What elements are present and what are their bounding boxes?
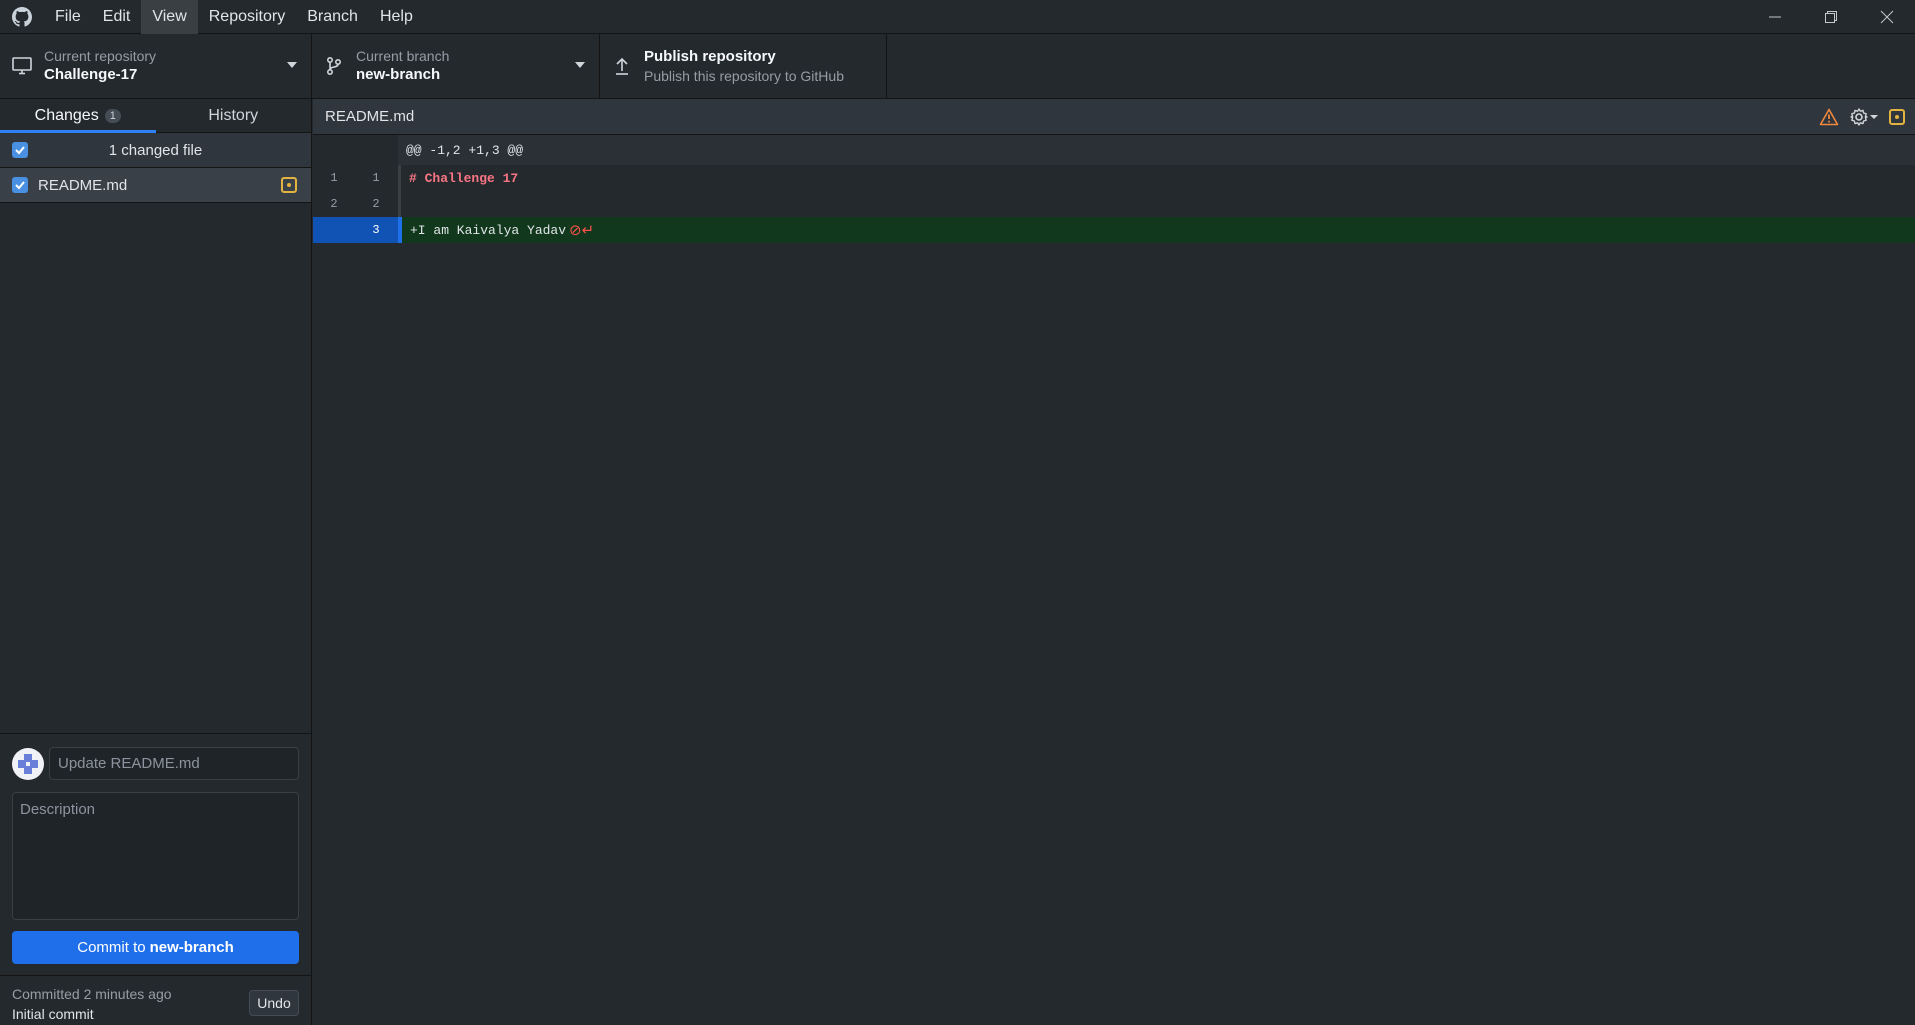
- menu-branch[interactable]: Branch: [296, 0, 369, 34]
- publish-repository-button[interactable]: Publish repository Publish this reposito…: [600, 34, 887, 98]
- commit-button-prefix: Commit to: [77, 939, 146, 956]
- old-line-number: 2: [330, 197, 338, 211]
- modified-icon: [1889, 99, 1905, 135]
- close-icon[interactable]: [1859, 0, 1915, 34]
- diff-line-added[interactable]: 3 +I am Kaivalya Yadav ⊘↵: [313, 217, 1915, 243]
- diff-line-text: +I am Kaivalya Yadav: [410, 222, 567, 238]
- branch-name: new-branch: [356, 66, 441, 83]
- diff-line-text: # Challenge 17: [409, 170, 519, 186]
- checkbox-icon: [15, 181, 25, 190]
- diff-gutter: 2 2: [313, 191, 398, 217]
- diff-header: README.md: [313, 99, 1915, 135]
- diff-line[interactable]: 1 1 # Challenge 17: [313, 165, 1915, 191]
- title-bar: File Edit View Repository Branch Help: [0, 0, 1915, 34]
- new-line-number: 2: [372, 197, 380, 211]
- window-controls: [1747, 0, 1915, 34]
- new-line-number: 1: [372, 171, 380, 185]
- chevron-down-icon: [1870, 115, 1878, 119]
- file-checkbox[interactable]: [12, 177, 28, 193]
- current-repository-button[interactable]: Current repository Challenge-17: [0, 34, 312, 98]
- gear-icon[interactable]: [1849, 99, 1879, 135]
- branch-icon: [312, 56, 356, 76]
- commit-summary-input[interactable]: [49, 747, 299, 780]
- warning-icon[interactable]: [1819, 99, 1839, 135]
- old-line-number: 1: [330, 171, 338, 185]
- last-commit-time: Committed 2 minutes ago: [12, 986, 172, 1002]
- publish-subtitle: Publish this repository to GitHub: [644, 68, 844, 84]
- menu-help[interactable]: Help: [369, 0, 424, 34]
- avatar: [12, 748, 44, 780]
- hunk-header: @@ -1,2 +1,3 @@: [406, 142, 524, 158]
- diff-line[interactable]: 2 2: [313, 191, 1915, 217]
- github-logo-icon: [0, 0, 44, 34]
- diff-gutter: 1 1: [313, 165, 398, 191]
- commit-description-input[interactable]: [12, 792, 299, 920]
- changed-files-header: 1 changed file: [0, 133, 311, 168]
- app-window: File Edit View Repository Branch Help Cu…: [0, 0, 1915, 1025]
- publish-title: Publish repository: [644, 48, 776, 65]
- changed-files-count: 1 changed file: [108, 141, 203, 159]
- no-newline-icon: ⊘↵: [569, 222, 595, 239]
- changes-count-badge: 1: [104, 108, 121, 123]
- undo-button[interactable]: Undo: [249, 990, 299, 1016]
- toolbar: Current repository Challenge-17 Current …: [0, 34, 1915, 99]
- commit-panel: Commit to new-branch: [0, 733, 311, 976]
- current-branch-button[interactable]: Current branch new-branch: [312, 34, 600, 98]
- hunk-header-row: @@ -1,2 +1,3 @@: [313, 135, 1915, 165]
- menu-edit[interactable]: Edit: [92, 0, 142, 34]
- diff-gutter: 3: [313, 217, 398, 243]
- diff-gutter: [313, 135, 398, 165]
- sidebar-tabs: Changes 1 History: [0, 99, 311, 133]
- desktop-icon: [0, 57, 44, 75]
- menu-repository[interactable]: Repository: [198, 0, 296, 34]
- commit-button-branch: new-branch: [149, 939, 234, 956]
- upload-icon: [600, 56, 644, 76]
- diff-file-name: README.md: [325, 108, 415, 125]
- tab-changes-label: Changes: [34, 106, 99, 124]
- commit-button[interactable]: Commit to new-branch: [12, 931, 299, 964]
- last-commit-title: Initial commit: [12, 1006, 94, 1022]
- new-line-number: 3: [372, 223, 380, 237]
- diff-tools: [1819, 99, 1915, 135]
- tab-history-label: History: [208, 106, 259, 124]
- repository-name: Challenge-17: [44, 66, 138, 83]
- branch-label: Current branch: [356, 48, 450, 64]
- tab-history[interactable]: History: [156, 99, 312, 132]
- diff-view: README.md @@ -1,2 +1,3 @@ 1 1 # Challeng…: [313, 99, 1915, 1025]
- modified-icon: [281, 177, 297, 193]
- chevron-down-icon: [287, 62, 297, 68]
- minimize-icon[interactable]: [1747, 0, 1803, 34]
- gutter-separator: [398, 191, 401, 217]
- last-commit-bar: Committed 2 minutes ago Initial commit U…: [0, 975, 311, 1025]
- changed-file-name: README.md: [38, 176, 128, 194]
- restore-icon[interactable]: [1803, 0, 1859, 34]
- menu-file[interactable]: File: [44, 0, 92, 34]
- changed-file-item[interactable]: README.md: [0, 168, 311, 203]
- chevron-down-icon: [575, 62, 585, 68]
- tab-changes[interactable]: Changes 1: [0, 99, 156, 133]
- menu-view[interactable]: View: [141, 0, 198, 34]
- repository-label: Current repository: [44, 48, 157, 64]
